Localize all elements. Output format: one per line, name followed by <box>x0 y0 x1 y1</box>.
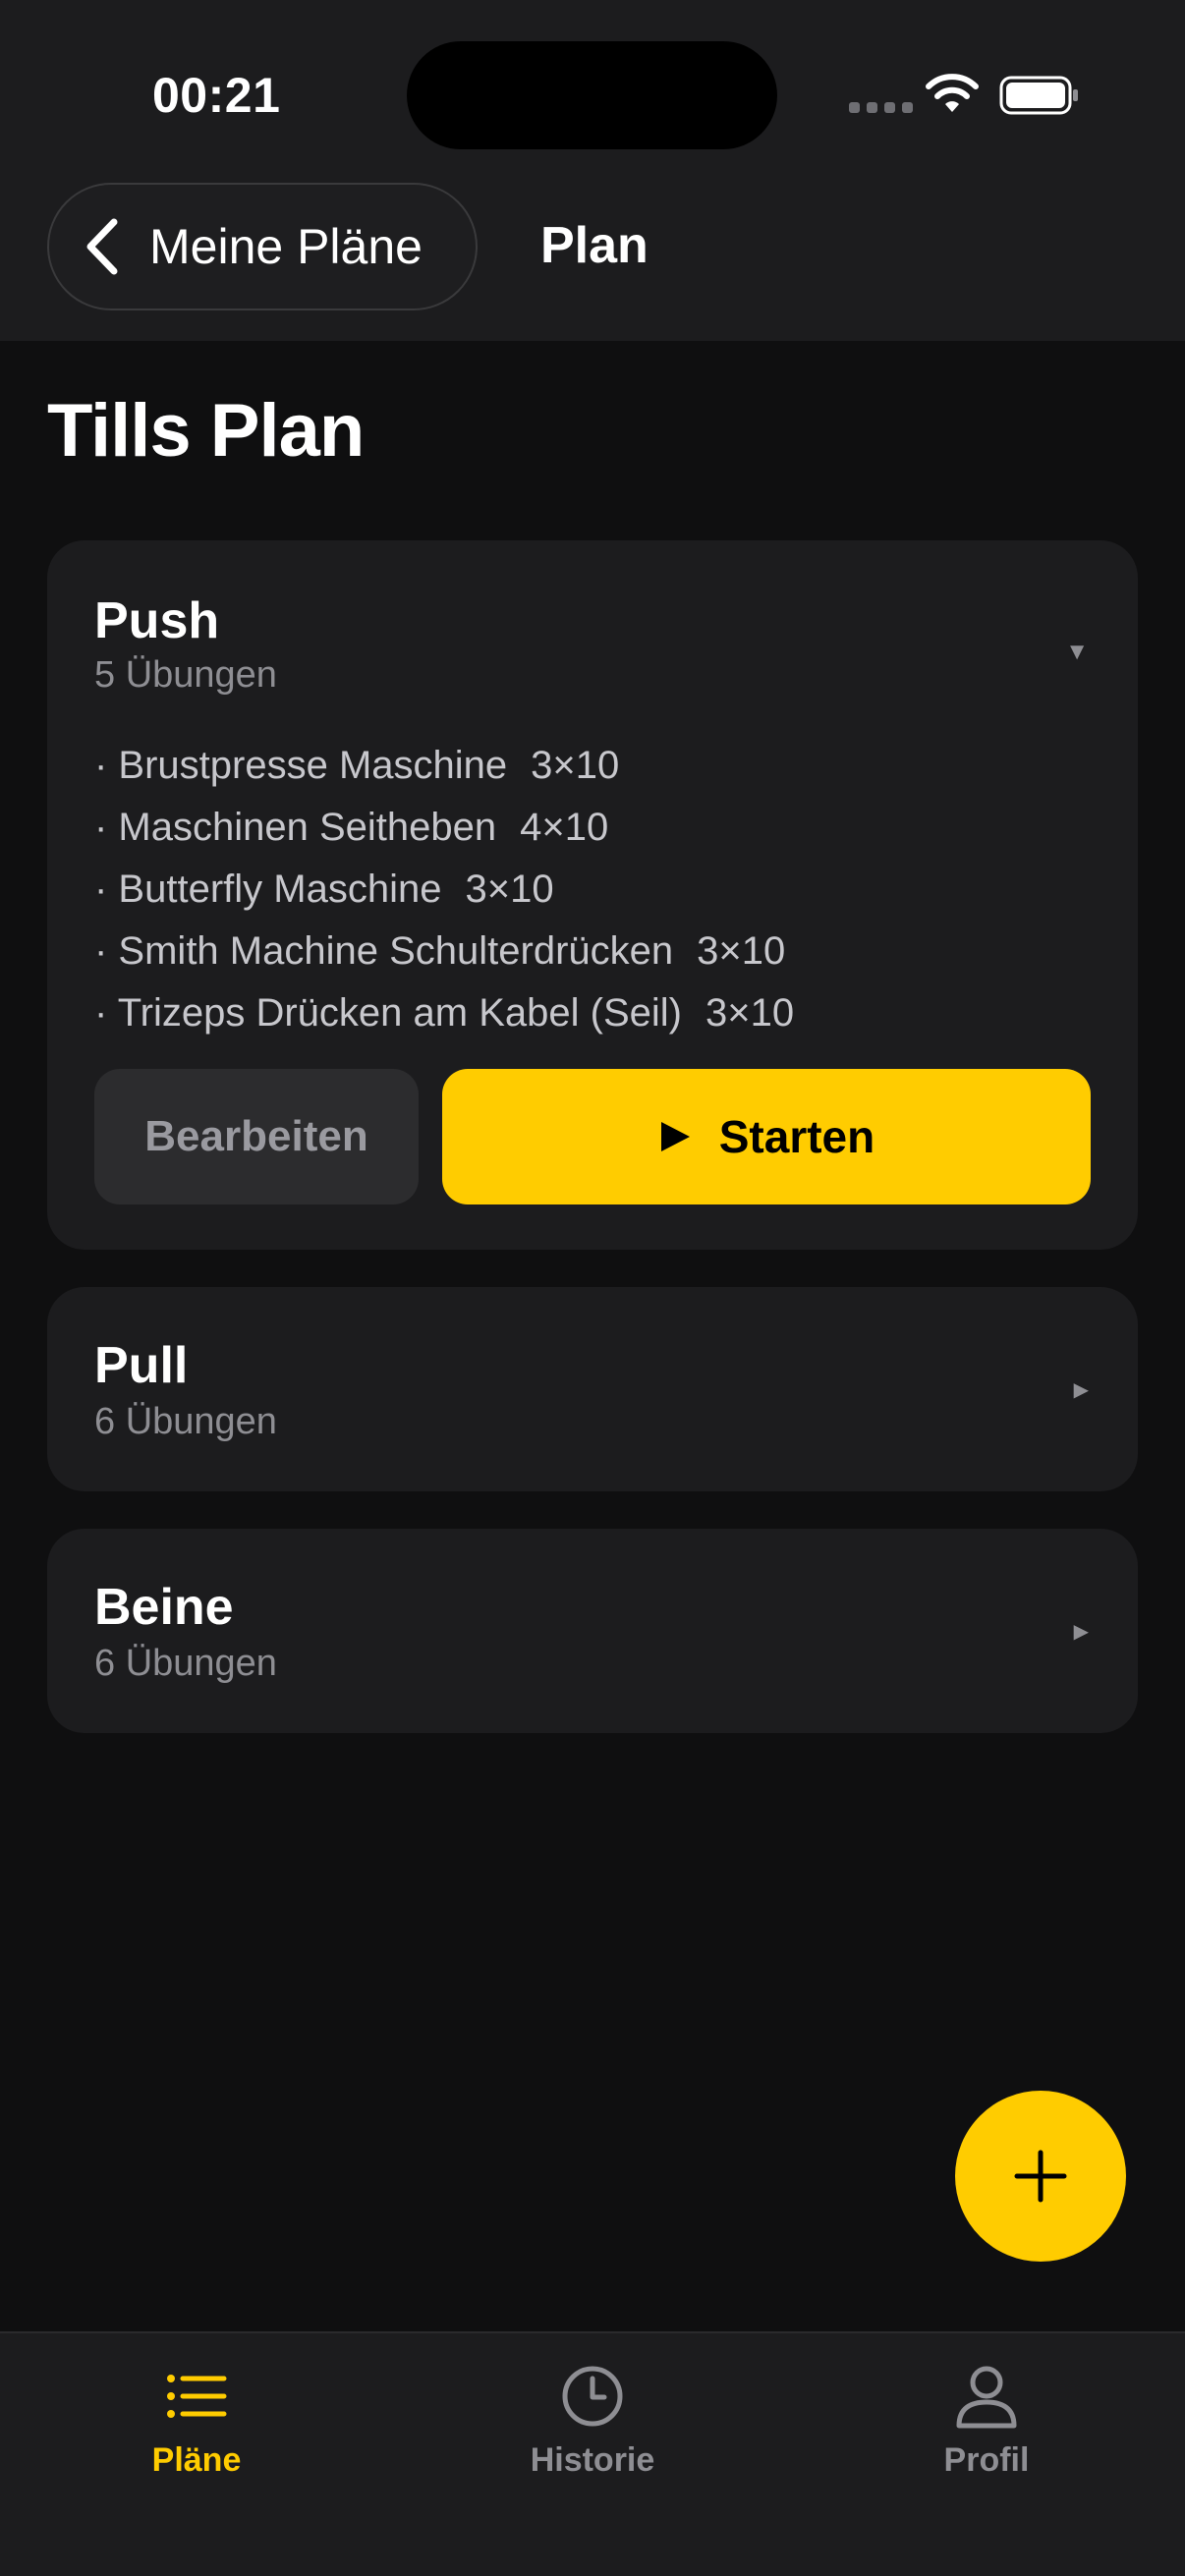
exercise-name: · Smith Machine Schulterdrücken <box>94 929 674 973</box>
wifi-icon <box>926 74 979 112</box>
person-icon <box>956 2366 1017 2429</box>
tab-historie[interactable]: Historie <box>445 2355 740 2502</box>
exercise-item: · Trizeps Drücken am Kabel (Seil) 3×10 <box>94 982 794 1044</box>
exercise-sets: 3×10 <box>697 929 786 973</box>
back-button[interactable]: Meine Pläne <box>47 183 478 310</box>
exercise-sets: 4×10 <box>520 806 609 849</box>
exercise-sets: 3×10 <box>465 868 554 911</box>
cellular-signal-icon <box>849 102 913 113</box>
plan-name: Push <box>94 592 220 649</box>
exercise-sets: 3×10 <box>531 744 620 787</box>
plan-card-beine[interactable]: Beine 6 Übungen ▶ <box>47 1529 1138 1733</box>
clock-icon <box>562 2366 623 2427</box>
top-bar: 00:21 Meine Pläne Plan <box>0 0 1185 341</box>
screen: 00:21 Meine Pläne Plan Tills Plan Push 5… <box>0 0 1185 2576</box>
plan-card-push: Push 5 Übungen ▼ · Brustpresse Maschine 3… <box>47 540 1138 1250</box>
list-icon <box>167 2375 227 2418</box>
exercise-item: · Butterfly Maschine 3×10 <box>94 859 794 921</box>
plan-card-pull[interactable]: Pull 6 Übungen ▶ <box>47 1287 1138 1491</box>
plan-name: Beine <box>94 1579 234 1636</box>
chevron-left-icon <box>86 218 118 275</box>
add-plan-button[interactable] <box>955 2091 1126 2262</box>
plan-exercise-count: 6 Übungen <box>94 1401 277 1442</box>
back-button-label: Meine Pläne <box>149 219 423 274</box>
play-icon <box>660 1122 690 1151</box>
start-button-label: Starten <box>718 1111 875 1162</box>
plan-card-header[interactable]: Beine 6 Übungen ▶ <box>94 1529 1091 1733</box>
exercise-sets: 3×10 <box>705 991 795 1035</box>
start-button[interactable]: Starten <box>442 1069 1091 1204</box>
exercise-name: · Trizeps Drücken am Kabel (Seil) <box>94 991 682 1035</box>
tab-label: Pläne <box>151 2441 242 2479</box>
exercise-name: · Brustpresse Maschine <box>94 744 508 787</box>
plan-name: Pull <box>94 1337 189 1394</box>
plan-exercise-count: 5 Übungen <box>94 654 277 696</box>
chevron-right-icon: ▶ <box>1073 1379 1089 1401</box>
page-title: Tills Plan <box>47 389 365 473</box>
nav-title: Plan <box>540 217 649 274</box>
plus-icon <box>1014 2150 1067 2203</box>
dynamic-island <box>407 41 777 149</box>
exercise-item: · Smith Machine Schulterdrücken 3×10 <box>94 921 794 982</box>
chevron-down-icon: ▼ <box>1065 639 1089 665</box>
tab-label: Profil <box>943 2441 1030 2479</box>
tab-label: Historie <box>530 2441 655 2479</box>
exercise-item: · Maschinen Seitheben 4×10 <box>94 797 794 859</box>
chevron-right-icon: ▶ <box>1073 1621 1089 1643</box>
edit-button[interactable]: Bearbeiten <box>94 1069 419 1204</box>
exercise-name: · Maschinen Seitheben <box>94 806 497 849</box>
plan-card-header[interactable]: Pull 6 Übungen ▶ <box>94 1287 1091 1491</box>
plan-card-header[interactable]: Push 5 Übungen ▼ <box>94 540 1091 717</box>
plan-exercise-count: 6 Übungen <box>94 1643 277 1684</box>
battery-icon <box>999 76 1078 115</box>
exercise-name: · Butterfly Maschine <box>94 868 442 911</box>
exercise-list: · Brustpresse Maschine 3×10 · Maschinen S… <box>94 735 794 1044</box>
tab-profil[interactable]: Profil <box>839 2355 1134 2502</box>
tab-bar: Pläne Historie Profil <box>0 2331 1185 2576</box>
exercise-item: · Brustpresse Maschine 3×10 <box>94 735 794 797</box>
tab-plaene[interactable]: Pläne <box>49 2355 344 2502</box>
status-time: 00:21 <box>152 68 281 123</box>
